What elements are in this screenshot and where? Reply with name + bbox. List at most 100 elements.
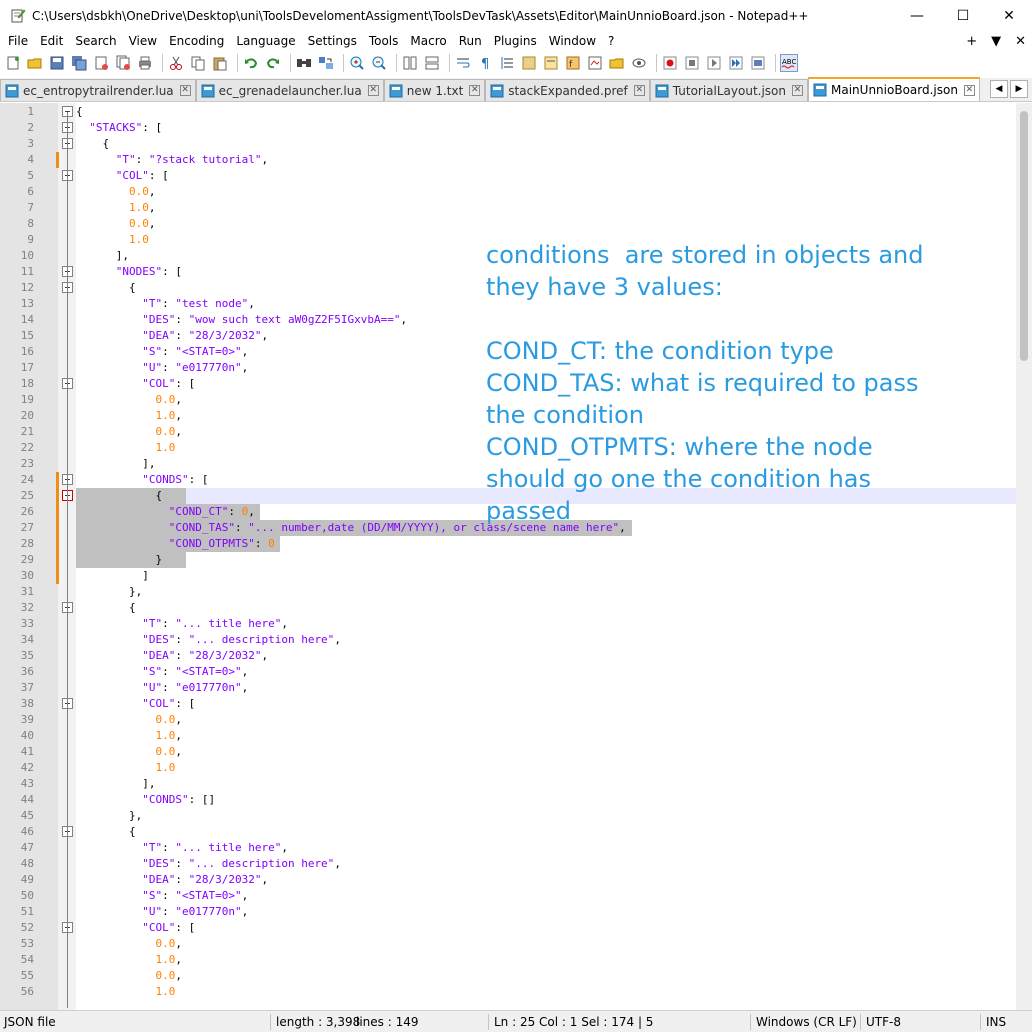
show-all-chars-icon[interactable]: ¶ <box>476 54 494 72</box>
code-line: { <box>76 281 136 294</box>
line-number: 16 <box>20 345 34 358</box>
menu-file[interactable]: File <box>4 32 32 50</box>
line-number: 49 <box>20 873 34 886</box>
code-line: "U": "e017770n", <box>142 905 249 918</box>
code-line: "COL": [ <box>142 377 196 390</box>
tab-close-icon[interactable]: ✕ <box>367 85 379 96</box>
paste-icon[interactable] <box>211 54 229 72</box>
line-number: 3 <box>27 137 34 150</box>
tab-tutorial-layout[interactable]: TutorialLayout.json ✕ <box>649 79 809 101</box>
sync-horizontal-icon[interactable] <box>423 54 441 72</box>
menu-language[interactable]: Language <box>232 32 299 50</box>
stop-record-icon[interactable] <box>683 54 701 72</box>
doc-map-icon[interactable] <box>542 54 560 72</box>
menu-macro[interactable]: Macro <box>406 32 450 50</box>
menu-help[interactable]: ? <box>604 32 618 50</box>
tab-label: new 1.txt <box>406 83 464 98</box>
code-line: 1.0 <box>155 761 176 774</box>
close-icon[interactable] <box>92 54 110 72</box>
line-number: 51 <box>20 905 34 918</box>
toolbar: ¶ f ABC <box>0 50 1032 76</box>
tab-close-icon[interactable]: ✕ <box>469 85 481 96</box>
close-document-button[interactable]: ✕ <box>1015 34 1026 49</box>
new-tab-button[interactable]: + <box>966 34 977 49</box>
code-line: { <box>76 137 110 150</box>
monitoring-icon[interactable] <box>608 54 626 72</box>
tab-scroll-right-icon[interactable]: ▶ <box>1010 80 1028 98</box>
save-icon[interactable] <box>48 54 66 72</box>
line-number: 18 <box>20 377 34 390</box>
scrollbar-thumb[interactable] <box>1020 111 1028 361</box>
status-file-type: JSON file <box>4 1015 56 1029</box>
language-icon[interactable] <box>520 54 538 72</box>
line-number: 43 <box>20 777 34 790</box>
menu-encoding[interactable]: Encoding <box>165 32 228 50</box>
line-number: 17 <box>20 361 34 374</box>
close-all-icon[interactable] <box>114 54 132 72</box>
replace-icon[interactable] <box>317 54 335 72</box>
tab-close-icon[interactable]: ✕ <box>633 85 645 96</box>
folder-workspace-icon[interactable] <box>586 54 604 72</box>
function-list-icon[interactable]: f <box>564 54 582 72</box>
tab-stack-expanded[interactable]: stackExpanded.pref ✕ <box>485 79 650 101</box>
code-line: "COL": [ <box>142 697 196 710</box>
zoom-out-icon[interactable] <box>370 54 388 72</box>
menu-search[interactable]: Search <box>71 32 120 50</box>
line-number: 54 <box>20 953 34 966</box>
code-line: "S": "<STAT=0>", <box>142 665 249 678</box>
tab-new-1[interactable]: new 1.txt ✕ <box>383 79 486 101</box>
tab-ec-entropytrailrender[interactable]: ec_entropytrailrender.lua ✕ <box>0 79 196 101</box>
code-line: 0.0, <box>155 393 182 406</box>
code-line: 1.0 <box>128 233 149 246</box>
redo-icon[interactable] <box>264 54 282 72</box>
new-file-icon[interactable] <box>4 54 22 72</box>
record-macro-icon[interactable] <box>661 54 679 72</box>
find-icon[interactable] <box>295 54 313 72</box>
tab-main-unnio-board[interactable]: MainUnnioBoard.json ✕ <box>808 77 980 101</box>
eye-icon[interactable] <box>630 54 648 72</box>
code-line: 1.0, <box>128 201 156 214</box>
line-number: 27 <box>20 521 34 534</box>
tab-ec-grenadelauncher[interactable]: ec_grenadelauncher.lua ✕ <box>195 79 384 101</box>
tab-scroll-left-icon[interactable]: ◀ <box>990 80 1008 98</box>
cut-icon[interactable] <box>167 54 185 72</box>
vertical-scrollbar[interactable] <box>1016 103 1032 1010</box>
tab-list-button[interactable]: ▼ <box>991 34 1001 49</box>
line-number: 45 <box>20 809 34 822</box>
indent-guide-icon[interactable] <box>498 54 516 72</box>
line-number: 26 <box>20 505 34 518</box>
open-file-icon[interactable] <box>26 54 44 72</box>
spell-check-icon[interactable]: ABC <box>780 54 798 72</box>
minimize-button[interactable]: — <box>894 0 940 32</box>
tab-close-icon[interactable]: ✕ <box>792 85 804 96</box>
menu-window[interactable]: Window <box>545 32 600 50</box>
file-icon <box>389 84 403 98</box>
sync-vertical-icon[interactable] <box>401 54 419 72</box>
save-all-icon[interactable] <box>70 54 88 72</box>
menu-plugins[interactable]: Plugins <box>490 32 541 50</box>
editor[interactable]: 1 {2 "STACKS": [3 {4 "T": "?stack tutoria… <box>0 103 1032 1010</box>
menu-tools[interactable]: Tools <box>365 32 403 50</box>
menu-run[interactable]: Run <box>455 32 486 50</box>
line-number: 28 <box>20 537 34 550</box>
menu-edit[interactable]: Edit <box>36 32 67 50</box>
word-wrap-icon[interactable] <box>454 54 472 72</box>
run-macro-multiple-icon[interactable] <box>727 54 745 72</box>
line-number: 23 <box>20 457 34 470</box>
zoom-in-icon[interactable] <box>348 54 366 72</box>
maximize-button[interactable]: ☐ <box>940 0 986 32</box>
menu-view[interactable]: View <box>125 32 161 50</box>
menu-settings[interactable]: Settings <box>304 32 361 50</box>
play-macro-icon[interactable] <box>705 54 723 72</box>
copy-icon[interactable] <box>189 54 207 72</box>
code-line: ], <box>76 777 156 790</box>
file-icon <box>655 84 669 98</box>
line-number: 4 <box>27 153 34 166</box>
tab-close-icon[interactable]: ✕ <box>179 85 191 96</box>
code-line: 1.0, <box>155 953 182 966</box>
print-icon[interactable] <box>136 54 154 72</box>
undo-icon[interactable] <box>242 54 260 72</box>
save-macro-icon[interactable] <box>749 54 767 72</box>
tab-close-icon[interactable]: ✕ <box>963 84 975 96</box>
close-window-button[interactable]: ✕ <box>986 0 1032 32</box>
